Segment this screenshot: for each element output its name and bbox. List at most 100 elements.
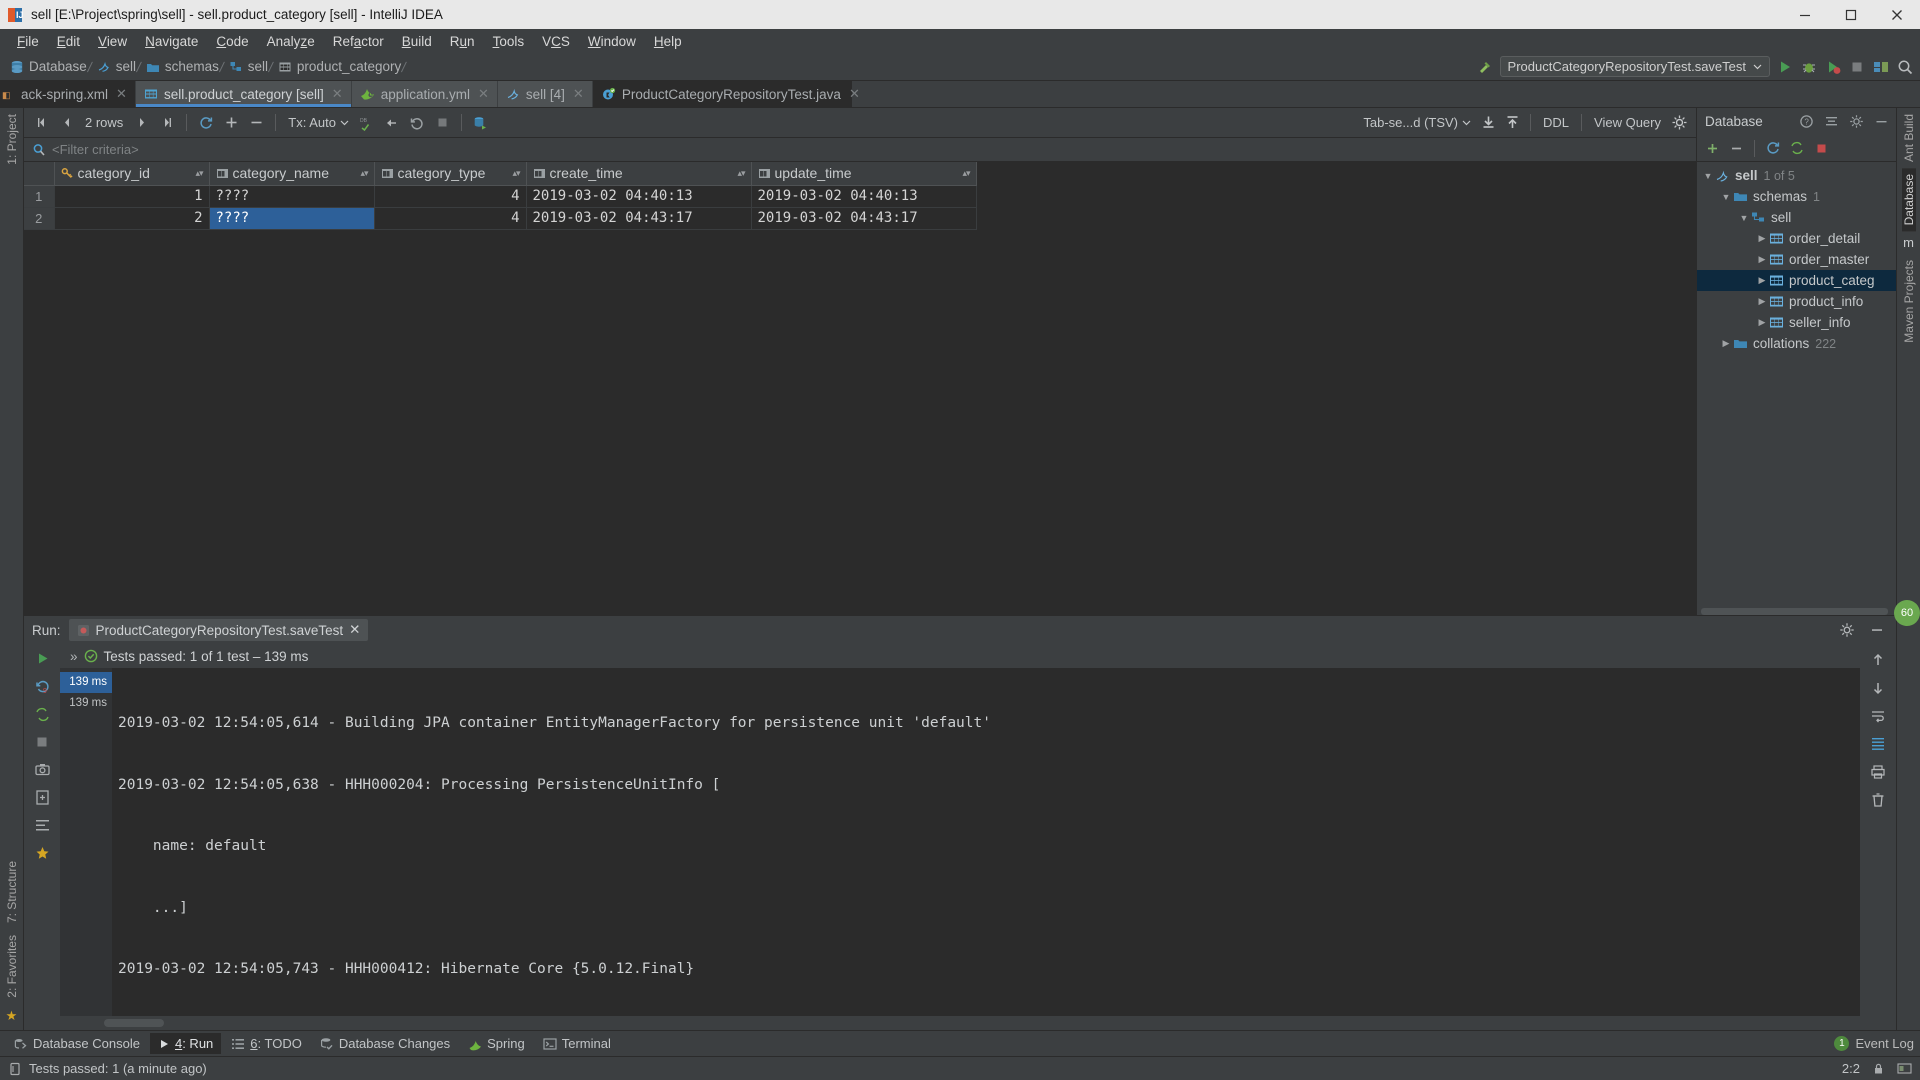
run-button[interactable]: [1776, 58, 1794, 76]
tool-button-todo[interactable]: 6: TODO: [223, 1033, 310, 1054]
close-icon[interactable]: ✕: [478, 86, 489, 102]
tool-button-project[interactable]: 1: Project: [5, 108, 19, 171]
prev-row-button[interactable]: [55, 112, 77, 134]
debug-button[interactable]: [1800, 58, 1818, 76]
caret-position[interactable]: 2:2: [1842, 1061, 1860, 1076]
scroll-to-end-button[interactable]: [1870, 736, 1886, 755]
memory-usage-widget[interactable]: 60: [1894, 600, 1920, 626]
editor-tab-product-category-repository-test[interactable]: ProductCategoryRepositoryTest.java ✕: [592, 81, 860, 107]
lock-icon[interactable]: [1872, 1062, 1885, 1075]
table-row[interactable]: 1 1 ???? 4 2019-03-02 04:40:13 2019-03-0…: [24, 185, 977, 208]
remove-datasource-button[interactable]: [1725, 137, 1747, 159]
console-horizontal-scrollbar[interactable]: [104, 1019, 164, 1027]
console-output[interactable]: 2019-03-02 12:54:05,614 - Building JPA c…: [112, 668, 1860, 1016]
chevron-down-icon[interactable]: ▼: [1719, 192, 1733, 202]
tree-node-collations[interactable]: ▶ collations 222: [1697, 333, 1896, 354]
menu-refactor[interactable]: Refactor: [324, 32, 393, 51]
close-icon[interactable]: ✕: [332, 86, 343, 102]
tool-button-database[interactable]: Database: [1901, 168, 1916, 232]
menu-navigate[interactable]: Navigate: [136, 32, 207, 51]
column-header-create-time[interactable]: create_time ▴▾: [526, 162, 752, 186]
next-row-button[interactable]: [131, 112, 153, 134]
database-tree[interactable]: ▼ sell 1 of 5 ▼ schemas 1 ▼ sell ▶ order…: [1697, 162, 1896, 615]
column-header-category-id[interactable]: category_id ▴▾: [54, 162, 210, 186]
editor-tab-product-category[interactable]: sell.product_category [sell] ✕: [135, 81, 352, 107]
menu-edit[interactable]: Edit: [48, 32, 89, 51]
menu-analyze[interactable]: Analyze: [258, 32, 324, 51]
chevron-right-icon[interactable]: ▶: [1755, 317, 1769, 328]
clear-all-button[interactable]: [1870, 792, 1886, 811]
settings-gear-icon[interactable]: [1836, 619, 1858, 641]
column-header-category-type[interactable]: category_type ▴▾: [374, 162, 527, 186]
chevron-right-icon[interactable]: ▶: [1755, 275, 1769, 286]
sort-indicator-icon[interactable]: ▴▾: [737, 168, 745, 179]
breadcrumb-table[interactable]: product_category: [274, 59, 401, 74]
tool-button-ant-build[interactable]: Ant Build: [1902, 108, 1916, 168]
chevron-right-icon[interactable]: ▶: [1755, 296, 1769, 307]
editor-tab-ack-spring-xml[interactable]: ◧ ack-spring.xml ✕: [0, 81, 136, 107]
close-icon[interactable]: ✕: [573, 86, 584, 102]
menu-view[interactable]: View: [89, 32, 136, 51]
tool-button-run[interactable]: 4: Run: [149, 1033, 222, 1054]
tool-button-terminal[interactable]: Terminal: [535, 1033, 619, 1054]
expand-all-button[interactable]: [34, 817, 51, 837]
data-grid[interactable]: category_id ▴▾ category_name ▴▾ category…: [24, 162, 1696, 615]
revert-button[interactable]: [406, 112, 428, 134]
editor-tab-sell-4[interactable]: sell [4] ✕: [497, 81, 593, 107]
reload-button[interactable]: [195, 112, 217, 134]
rerun-button[interactable]: [34, 650, 51, 670]
menu-run[interactable]: Run: [441, 32, 484, 51]
commit-button[interactable]: DB: [356, 112, 378, 134]
close-icon[interactable]: ✕: [349, 622, 360, 638]
search-everywhere-icon[interactable]: [1896, 58, 1914, 76]
tree-node-sell-schema[interactable]: ▼ sell: [1697, 207, 1896, 228]
menu-build[interactable]: Build: [393, 32, 441, 51]
export-data-button[interactable]: [1477, 112, 1499, 134]
run-configuration-selector[interactable]: ProductCategoryRepositoryTest.saveTest: [1499, 56, 1770, 77]
first-row-button[interactable]: [30, 112, 52, 134]
close-icon[interactable]: ✕: [116, 86, 127, 102]
column-header-category-name[interactable]: category_name ▴▾: [209, 162, 375, 186]
tool-button-maven-projects[interactable]: Maven Projects: [1902, 254, 1916, 349]
editor-tab-application-yml[interactable]: application.yml ✕: [351, 81, 498, 107]
breadcrumb-database[interactable]: Database: [6, 59, 87, 74]
expand-chevron-icon[interactable]: »: [70, 649, 78, 664]
cell-update-time[interactable]: 2019-03-02 04:43:17: [751, 207, 977, 230]
cell-category-id[interactable]: 1: [54, 185, 210, 208]
stop-button[interactable]: [34, 734, 50, 753]
run-with-coverage-button[interactable]: [1824, 58, 1842, 76]
breadcrumb-connection[interactable]: sell: [93, 59, 136, 74]
stop-button[interactable]: [1848, 58, 1866, 76]
chevron-right-icon[interactable]: ▶: [1755, 233, 1769, 244]
cell-category-type[interactable]: 4: [374, 185, 527, 208]
hide-panel-icon[interactable]: [1870, 111, 1892, 133]
scroll-down-button[interactable]: [1870, 680, 1886, 699]
filter-bar[interactable]: <Filter criteria>: [24, 138, 1696, 162]
tree-node-order-master[interactable]: ▶ order_master: [1697, 249, 1896, 270]
cell-create-time[interactable]: 2019-03-02 04:43:17: [526, 207, 752, 230]
rerun-failed-tests-button[interactable]: 9: [34, 678, 51, 698]
tree-node-schemas[interactable]: ▼ schemas 1: [1697, 186, 1896, 207]
print-button[interactable]: [1870, 764, 1886, 783]
chevron-right-icon[interactable]: ▶: [1719, 338, 1733, 349]
build-hammer-icon[interactable]: [1477, 58, 1494, 75]
run-tab[interactable]: ProductCategoryRepositoryTest.saveTest ✕: [68, 619, 369, 641]
menu-file[interactable]: File: [8, 32, 48, 51]
tool-button-database-changes[interactable]: Database Changes: [312, 1033, 458, 1054]
project-structure-button[interactable]: [1872, 58, 1890, 76]
stop-refresh-button[interactable]: [1810, 137, 1832, 159]
screenshot-button[interactable]: [34, 761, 51, 781]
help-icon[interactable]: ?: [1795, 111, 1817, 133]
rollback-button[interactable]: [381, 112, 403, 134]
menu-window[interactable]: Window: [579, 32, 645, 51]
close-button[interactable]: [1874, 0, 1920, 29]
notification-icon[interactable]: [8, 1062, 22, 1076]
chevron-down-icon[interactable]: ▼: [1737, 213, 1751, 223]
delete-row-button[interactable]: [245, 112, 267, 134]
table-row[interactable]: 2 2 ???? 4 2019-03-02 04:43:17 2019-03-0…: [24, 207, 977, 230]
breadcrumb-schema[interactable]: sell: [225, 59, 268, 74]
menu-code[interactable]: Code: [207, 32, 257, 51]
tool-button-spring[interactable]: Spring: [460, 1033, 533, 1054]
tree-node-product-info[interactable]: ▶ product_info: [1697, 291, 1896, 312]
hide-panel-icon[interactable]: [1866, 619, 1888, 641]
